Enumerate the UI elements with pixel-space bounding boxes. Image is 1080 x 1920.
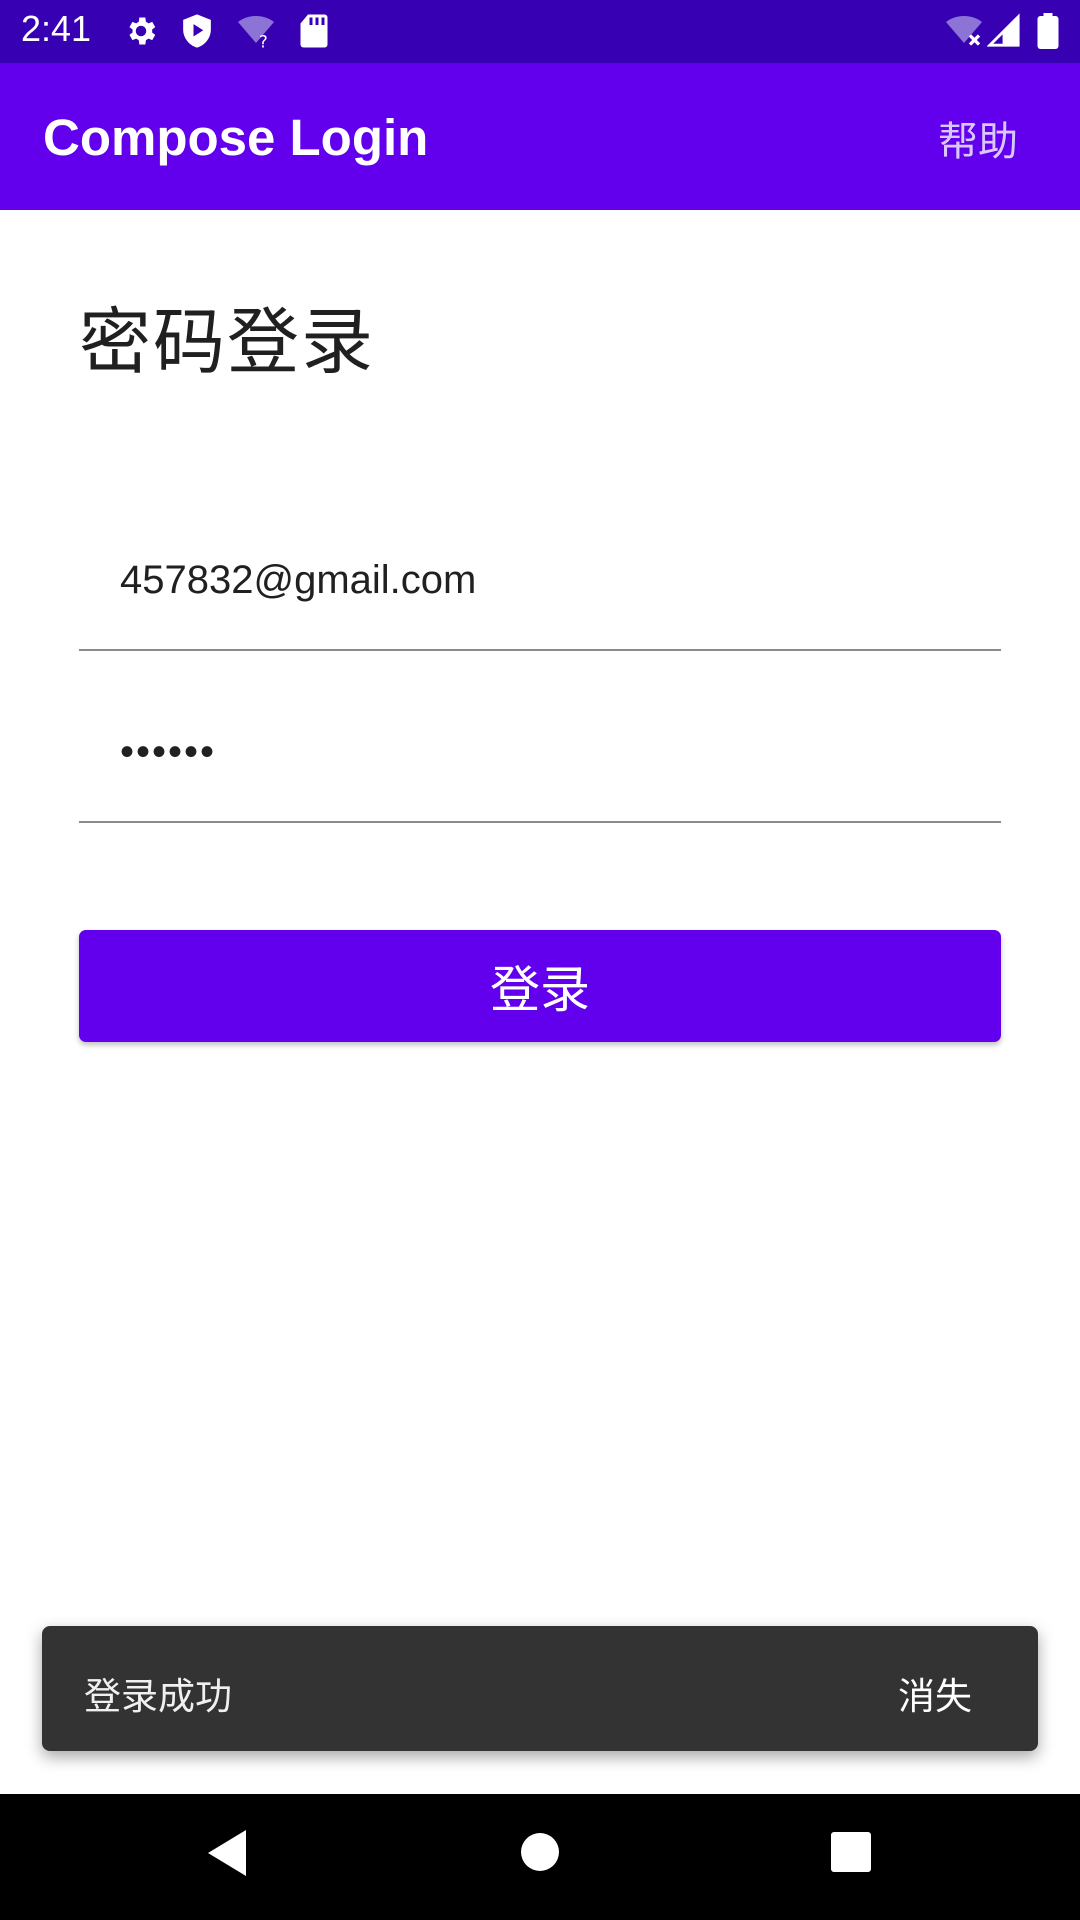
email-input[interactable] [120, 541, 980, 619]
home-icon[interactable] [520, 1832, 560, 1872]
dismiss-button[interactable]: 消失 [898, 1666, 972, 1720]
gear-icon [129, 17, 156, 45]
recents-icon[interactable] [831, 1832, 871, 1872]
wifi-off-icon [946, 16, 982, 46]
status-time: 2:41 [21, 8, 92, 49]
app-bar: Compose Login 帮助 [0, 63, 1080, 210]
shield-play-icon [183, 14, 211, 48]
help-button[interactable]: 帮助 [938, 109, 1018, 167]
cell-signal-icon [987, 13, 1020, 47]
svg-text:?: ? [259, 33, 268, 50]
snackbar: 登录成功 消失 [42, 1626, 1038, 1751]
sd-card-icon [300, 14, 328, 48]
navigation-bar [0, 1794, 1080, 1920]
snackbar-message: 登录成功 [84, 1675, 232, 1718]
wifi-question-icon: ? [238, 16, 274, 50]
password-field[interactable] [79, 713, 1001, 823]
screen: 2:41 ? Compose Login 帮助 密码登录 457832@gmai… [0, 0, 1080, 1920]
login-button[interactable]: 登录 [79, 930, 1001, 1042]
status-bar: 2:41 ? [0, 0, 1080, 63]
battery-icon [1037, 13, 1059, 49]
page-title: 密码登录 [79, 300, 376, 384]
email-field[interactable] [79, 541, 1001, 651]
login-button-label: 登录 [490, 961, 590, 1019]
back-icon[interactable] [204, 1828, 250, 1878]
app-title: Compose Login [43, 109, 429, 166]
password-input[interactable] [120, 713, 980, 791]
